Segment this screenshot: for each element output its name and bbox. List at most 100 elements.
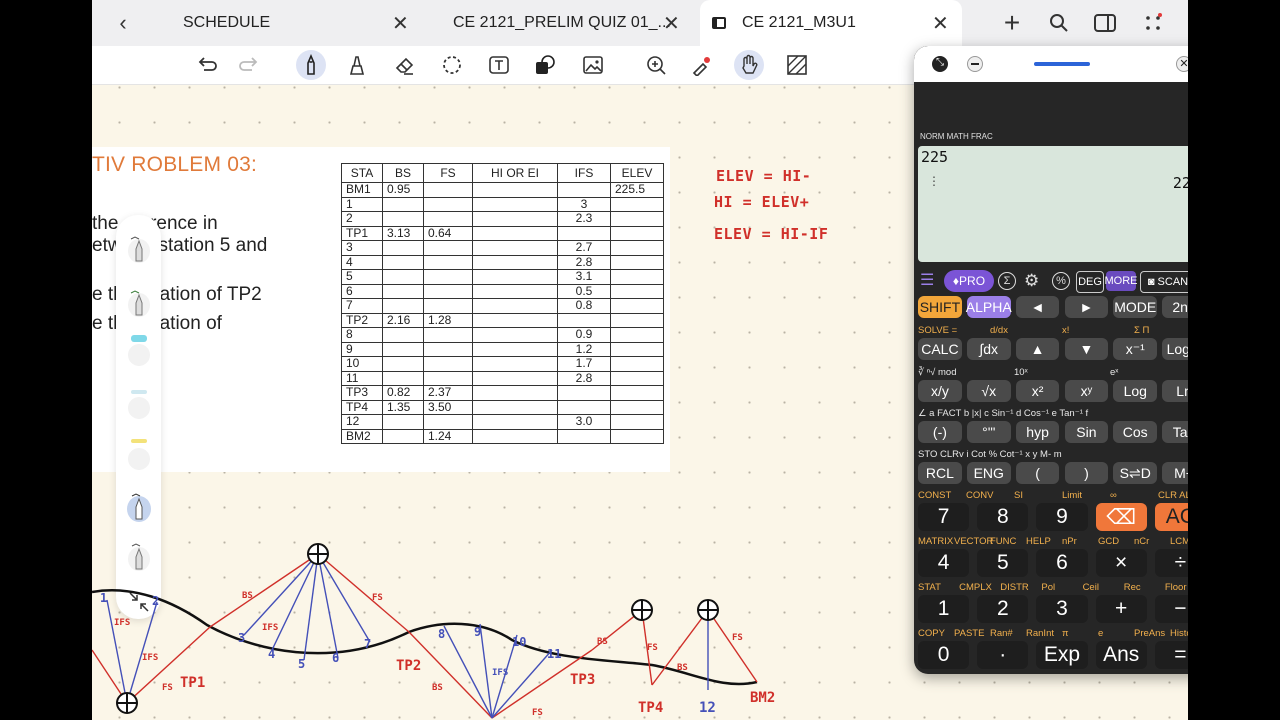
calc-key[interactable]: ⌫	[1095, 503, 1147, 531]
calc-key[interactable]: 9	[1036, 503, 1088, 531]
calc-key[interactable]: 0	[918, 641, 970, 669]
calc-key[interactable]: Ans	[1095, 641, 1147, 669]
calc-key[interactable]: (	[1015, 462, 1060, 484]
calc-key[interactable]: 8	[977, 503, 1029, 531]
sidebar-toggle-button[interactable]	[1090, 8, 1120, 38]
more-menu-button[interactable]	[1138, 8, 1168, 38]
tab-schedule[interactable]: SCHEDULE ✕	[152, 0, 412, 46]
table-cell	[423, 327, 473, 343]
calc-key[interactable]: ►	[1064, 296, 1109, 318]
close-icon[interactable]: ✕	[392, 11, 409, 36]
calc-key[interactable]: AC	[1154, 503, 1188, 531]
pro-button[interactable]: ♦ PRO	[944, 270, 994, 292]
pen-preset-selected[interactable]	[126, 491, 152, 523]
calc-key[interactable]: (-)	[918, 421, 962, 443]
calc-key[interactable]: x⁻¹	[1113, 338, 1158, 360]
menu-icon[interactable]: ☰	[920, 272, 940, 290]
pen-tool[interactable]	[296, 50, 326, 80]
highlighter-preset-yellow[interactable]	[126, 439, 152, 471]
percent-icon[interactable]: %	[1052, 272, 1070, 290]
calc-key[interactable]: 1	[918, 595, 970, 623]
hand-tool[interactable]	[734, 50, 764, 80]
pattern-tool[interactable]	[782, 50, 812, 80]
sum-icon[interactable]: Σ	[998, 272, 1016, 290]
calculator-title-bar[interactable]: ⤡ ✕	[914, 46, 1188, 82]
pen-preset-2[interactable]	[126, 289, 152, 321]
shape-tool[interactable]	[530, 50, 560, 80]
calc-key[interactable]: +	[1095, 595, 1147, 623]
calc-key[interactable]: Tan	[1162, 421, 1188, 443]
calc-key[interactable]: °'"	[966, 421, 1011, 443]
highlighter-preset-light[interactable]	[126, 390, 152, 422]
calc-key[interactable]: SHIFT	[918, 296, 962, 318]
calc-key[interactable]: 7	[918, 503, 970, 531]
calc-key[interactable]: M+	[1162, 462, 1188, 484]
eraser-tool[interactable]	[390, 50, 420, 80]
search-button[interactable]	[1044, 8, 1074, 38]
drag-handle[interactable]	[1034, 62, 1090, 66]
calc-key[interactable]: √x	[966, 380, 1011, 402]
calc-key[interactable]: S⇌D	[1113, 462, 1158, 484]
calc-key[interactable]: 3	[1036, 595, 1088, 623]
calc-key[interactable]: ALPHA	[966, 296, 1012, 318]
table-cell: BM2	[341, 428, 383, 444]
highlighter-tool[interactable]	[342, 50, 372, 80]
calc-key[interactable]: Ln	[1162, 380, 1188, 402]
text-tool[interactable]	[484, 50, 514, 80]
resize-button[interactable]: ⤡	[932, 56, 948, 72]
calc-key[interactable]: 5	[977, 549, 1029, 577]
calc-key[interactable]: ·	[977, 641, 1029, 669]
calc-key[interactable]: MODE	[1113, 296, 1158, 318]
calc-key[interactable]: ÷	[1154, 549, 1188, 577]
table-row: BM1 0.95 225.5	[341, 182, 664, 198]
minimize-button[interactable]	[967, 56, 983, 72]
redo-button[interactable]	[233, 50, 263, 80]
calc-key[interactable]: x/y	[918, 380, 962, 402]
calc-key[interactable]: x²	[1015, 380, 1060, 402]
calc-key[interactable]: ×	[1095, 549, 1147, 577]
tab-quiz[interactable]: CE 2121_PRELIM QUIZ 01_... ✕	[426, 0, 686, 46]
calc-key[interactable]: xʸ	[1064, 380, 1109, 402]
calc-key[interactable]: 6	[1036, 549, 1088, 577]
calc-key[interactable]: Logₓy	[1162, 338, 1188, 360]
calc-key[interactable]: ENG	[966, 462, 1011, 484]
calc-key[interactable]: ▼	[1064, 338, 1109, 360]
calc-key[interactable]: =	[1154, 641, 1188, 669]
new-tab-button[interactable]: +	[997, 7, 1027, 38]
calc-key[interactable]: )	[1064, 462, 1109, 484]
calc-key[interactable]: hyp	[1015, 421, 1060, 443]
close-calculator-button[interactable]: ✕	[1176, 56, 1188, 72]
more-button[interactable]: MORE	[1105, 271, 1138, 291]
key-secondary-label: e	[1098, 628, 1104, 639]
calc-key[interactable]: Sin	[1064, 421, 1109, 443]
highlighter-preset-cyan[interactable]	[126, 335, 152, 367]
calc-key[interactable]: ◄	[1015, 296, 1060, 318]
calc-key[interactable]: 4	[918, 549, 970, 577]
settings-icon[interactable]: ⚙	[1024, 271, 1039, 291]
undo-button[interactable]	[193, 50, 223, 80]
calc-key[interactable]: CALC	[918, 338, 962, 360]
close-icon[interactable]: ✕	[663, 11, 680, 36]
image-tool[interactable]	[578, 50, 608, 80]
calc-key[interactable]: RCL	[918, 462, 962, 484]
back-button[interactable]: ‹	[108, 8, 138, 38]
calc-key[interactable]: 2	[977, 595, 1029, 623]
calc-key[interactable]: 2nd	[1162, 296, 1188, 318]
lasso-tool[interactable]	[437, 50, 467, 80]
close-icon[interactable]: ✕	[932, 11, 949, 36]
calc-key[interactable]: Log	[1113, 380, 1158, 402]
laser-pointer-tool[interactable]	[687, 50, 717, 80]
calc-key[interactable]: Cos	[1113, 421, 1158, 443]
zoom-tool[interactable]	[641, 50, 671, 80]
deg-button[interactable]: DEG	[1076, 271, 1104, 293]
table-cell	[610, 269, 664, 285]
pen-preset-1[interactable]	[126, 235, 152, 267]
calc-key[interactable]: −	[1154, 595, 1188, 623]
calc-key[interactable]: ∫dx	[966, 338, 1011, 360]
calculator-window[interactable]: ⤡ ✕ NORM MATH FRAC 225 ⋮ 225 ☰ ♦PRO Σ ⚙ …	[914, 46, 1188, 674]
calc-input[interactable]: 225	[921, 148, 948, 166]
calc-key[interactable]: Exp	[1036, 641, 1088, 669]
tab-m3u1[interactable]: CE 2121_M3U1 ✕	[700, 0, 962, 46]
calc-key[interactable]: ▲	[1015, 338, 1060, 360]
scan-button[interactable]: ◙ SCAN	[1140, 271, 1188, 293]
